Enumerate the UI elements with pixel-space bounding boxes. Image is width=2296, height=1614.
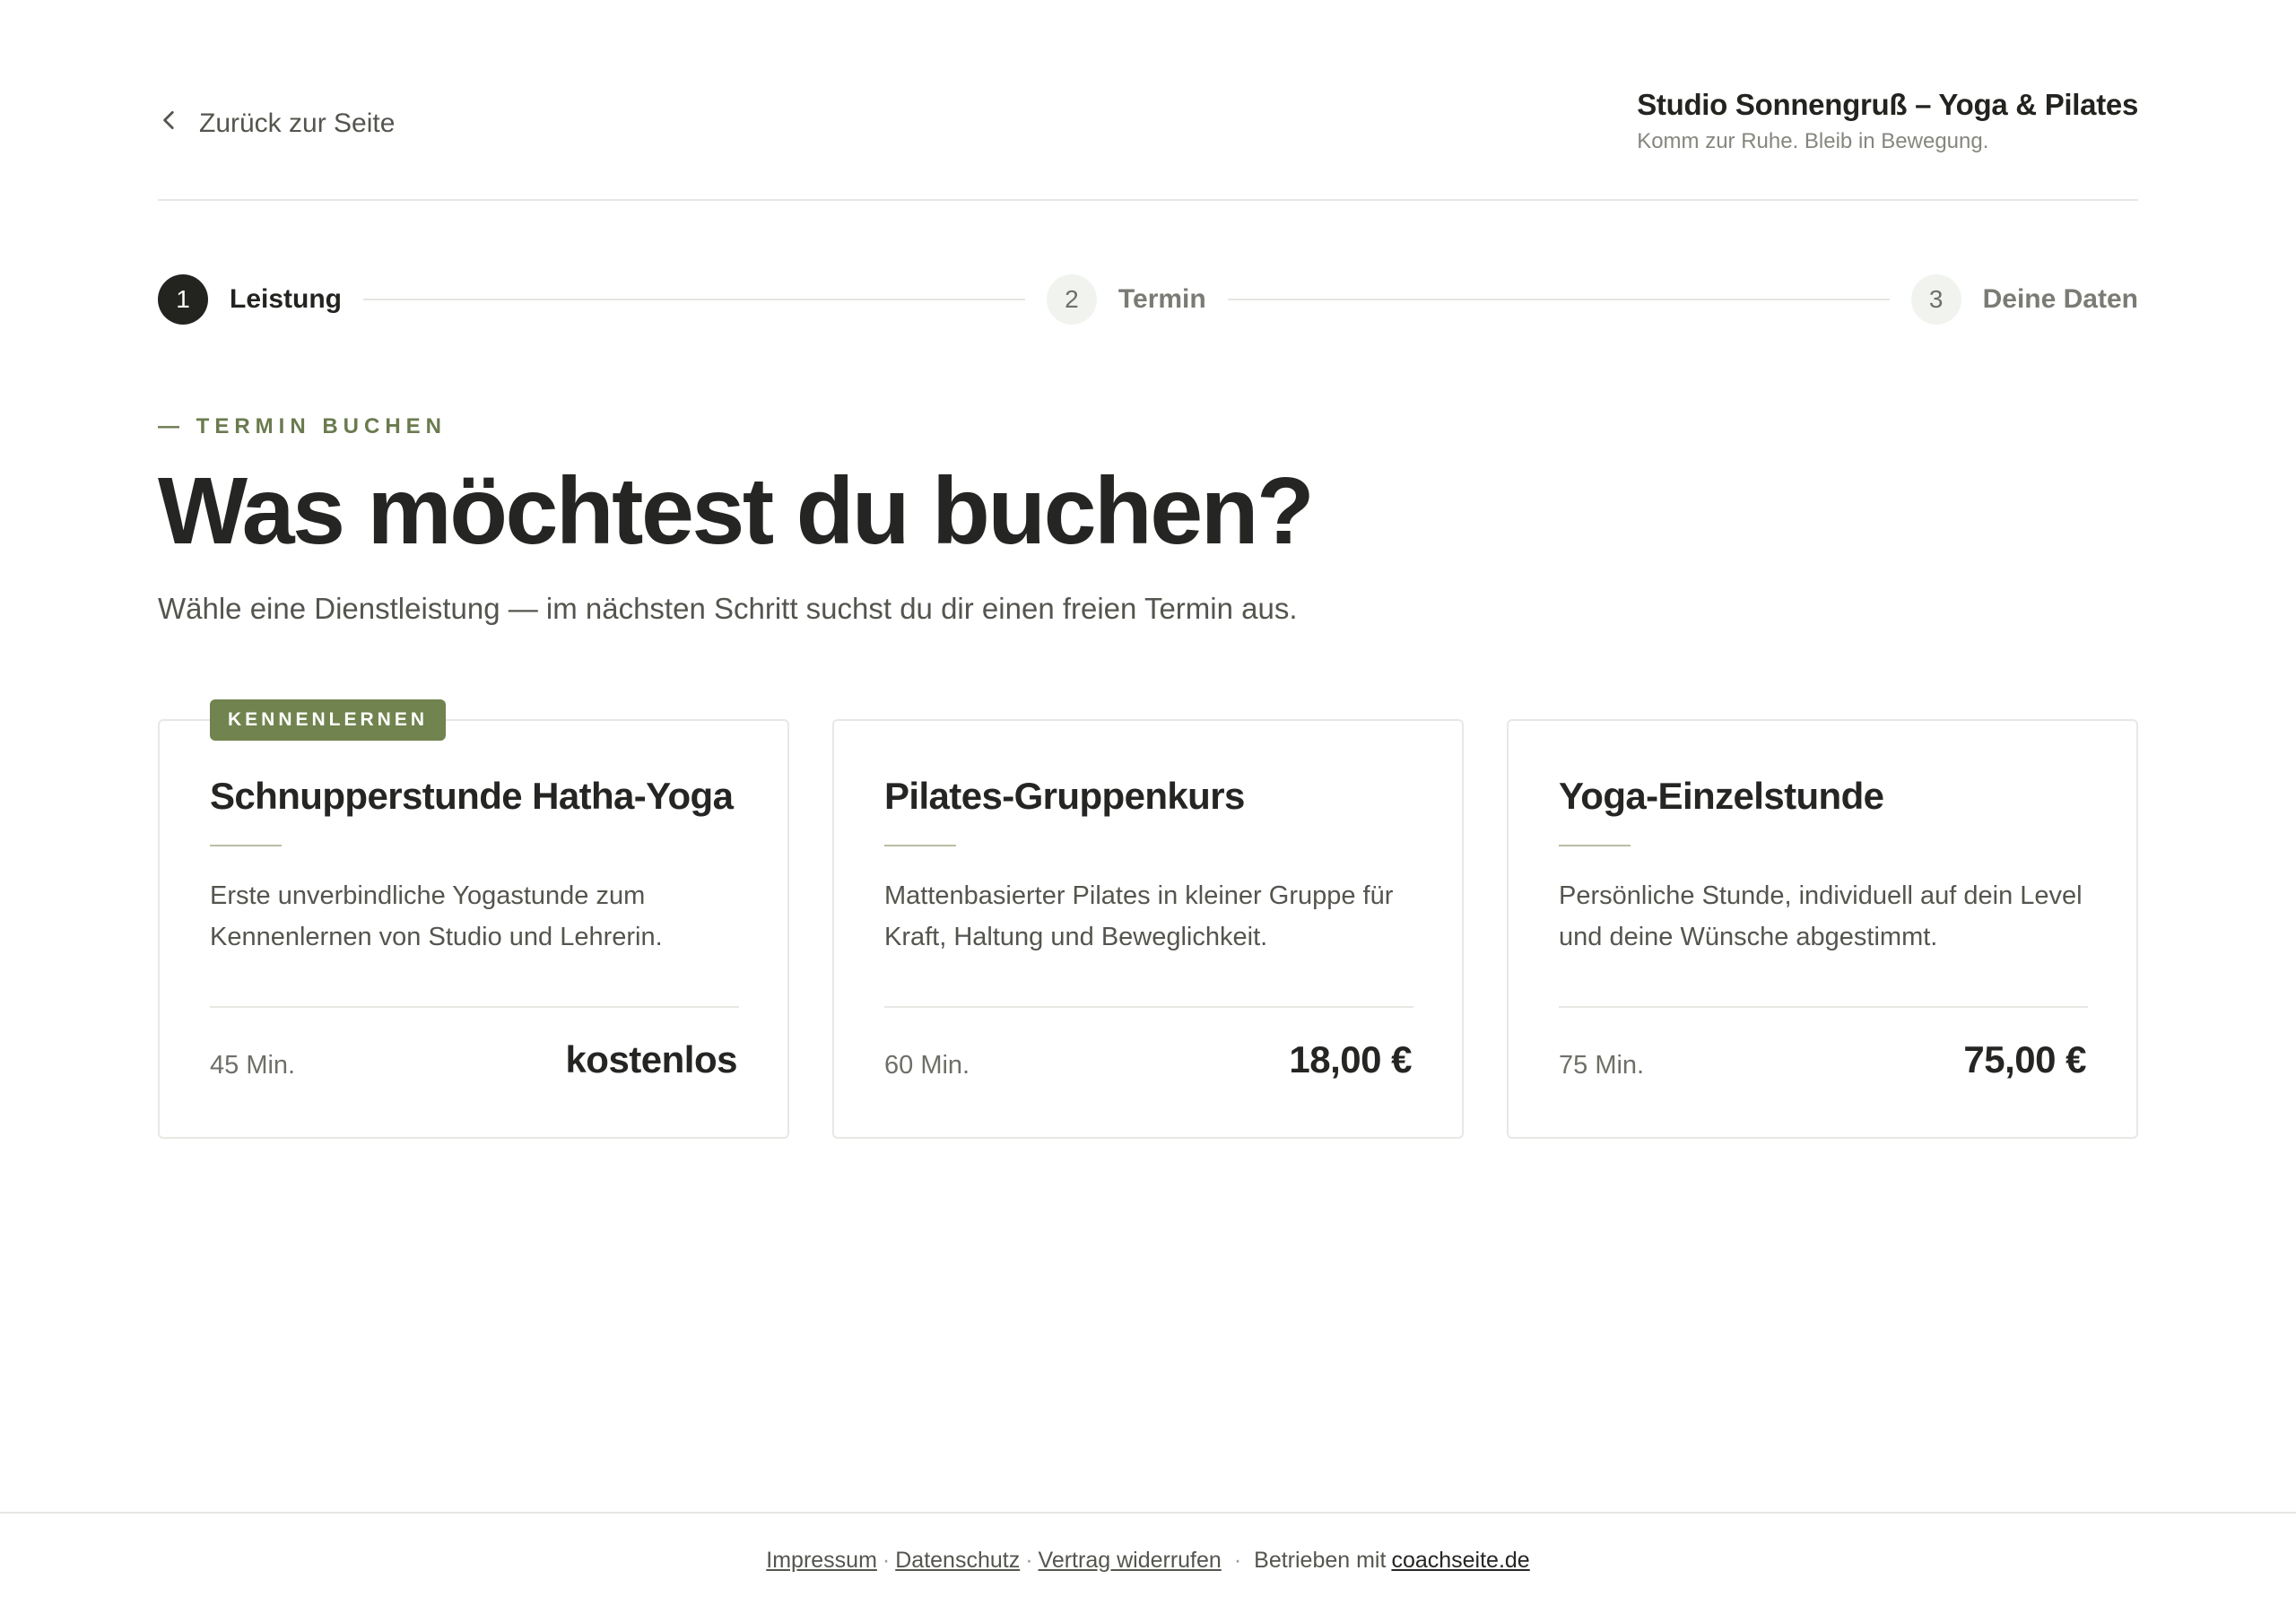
booking-stepper: 1 Leistung 2 Termin 3 Deine Daten: [158, 274, 2138, 325]
page-subtitle: Wähle eine Dienstleistung — im nächsten …: [158, 592, 1298, 625]
service-card-yoga-private[interactable]: Yoga-Einzelstunde Persönliche Stunde, in…: [1507, 719, 2138, 1139]
step-number: 1: [158, 274, 208, 325]
footer-separator: ·: [1025, 1548, 1033, 1573]
service-title: Pilates-Gruppenkurs: [884, 775, 1245, 817]
service-title: Schnupperstunde Hatha-Yoga: [210, 775, 734, 817]
chevron-left-icon: [158, 108, 181, 139]
section-eyebrow: — TERMIN BUCHEN: [158, 414, 447, 438]
title-accent-line: [210, 845, 282, 846]
footer: Impressum · Datenschutz · Vertrag widerr…: [0, 1512, 2296, 1614]
card-divider: [1559, 1006, 2088, 1008]
step-your-details: 3 Deine Daten: [1910, 274, 2138, 325]
footer-link-imprint[interactable]: Impressum: [766, 1548, 877, 1614]
footer-separator: ·: [1233, 1548, 1242, 1573]
step-connector: [363, 299, 1025, 300]
service-price: 75,00 €: [1963, 1038, 2086, 1080]
footer-powered-by: Betrieben mit: [1254, 1548, 1387, 1573]
service-description: Mattenbasierter Pilates in kleiner Grupp…: [884, 881, 1394, 951]
card-divider: [884, 1006, 1413, 1008]
footer-link-privacy[interactable]: Datenschutz: [895, 1548, 1020, 1614]
brand: Studio Sonnengruß – Yoga & Pilates Komm …: [1637, 88, 2138, 154]
service-card-pilates-group[interactable]: Pilates-Gruppenkurs Mattenbasierter Pila…: [832, 719, 1464, 1139]
footer-link-withdraw-contract[interactable]: Vertrag widerrufen: [1039, 1548, 1222, 1614]
step-connector: [1227, 299, 1890, 300]
service-duration: 75 Min.: [1559, 1051, 1645, 1080]
title-accent-line: [884, 845, 956, 846]
service-card-trial-hatha-yoga[interactable]: KENNENLERNEN Schnupperstunde Hatha-Yoga …: [158, 699, 789, 1139]
brand-name: Studio Sonnengruß – Yoga & Pilates: [1637, 88, 2138, 121]
header: Zurück zur Seite Studio Sonnengruß – Yog…: [158, 0, 2138, 201]
step-label: Leistung: [230, 284, 342, 314]
back-link[interactable]: Zurück zur Seite: [158, 102, 395, 145]
footer-link-coachseite[interactable]: coachseite.de: [1391, 1548, 1529, 1614]
service-duration: 45 Min.: [210, 1051, 296, 1080]
page-title: Was möchtest du buchen?: [158, 458, 1315, 564]
service-description: Persönliche Stunde, individuell auf dein…: [1559, 881, 2083, 951]
service-description: Erste unverbindliche Yogastunde zum Kenn…: [210, 881, 663, 951]
step-label: Deine Daten: [1982, 284, 2138, 314]
service-duration: 60 Min.: [884, 1051, 970, 1080]
brand-tagline: Komm zur Ruhe. Bleib in Bewegung.: [1637, 129, 1989, 153]
step-number: 3: [1910, 274, 1961, 325]
card-divider: [210, 1006, 739, 1008]
back-link-label: Zurück zur Seite: [199, 108, 396, 138]
service-list: KENNENLERNEN Schnupperstunde Hatha-Yoga …: [158, 699, 2138, 1139]
service-price: kostenlos: [565, 1038, 737, 1080]
step-number: 2: [1046, 274, 1097, 325]
booking-page: Zurück zur Seite Studio Sonnengruß – Yog…: [0, 0, 2296, 1614]
step-service: 1 Leistung: [158, 274, 342, 325]
service-title: Yoga-Einzelstunde: [1559, 775, 1884, 817]
footer-separator: ·: [882, 1548, 891, 1573]
service-price: 18,00 €: [1289, 1038, 1412, 1080]
step-appointment: 2 Termin: [1046, 274, 1206, 325]
title-accent-line: [1559, 845, 1631, 846]
service-badge: KENNENLERNEN: [210, 699, 447, 741]
step-label: Termin: [1118, 284, 1206, 314]
